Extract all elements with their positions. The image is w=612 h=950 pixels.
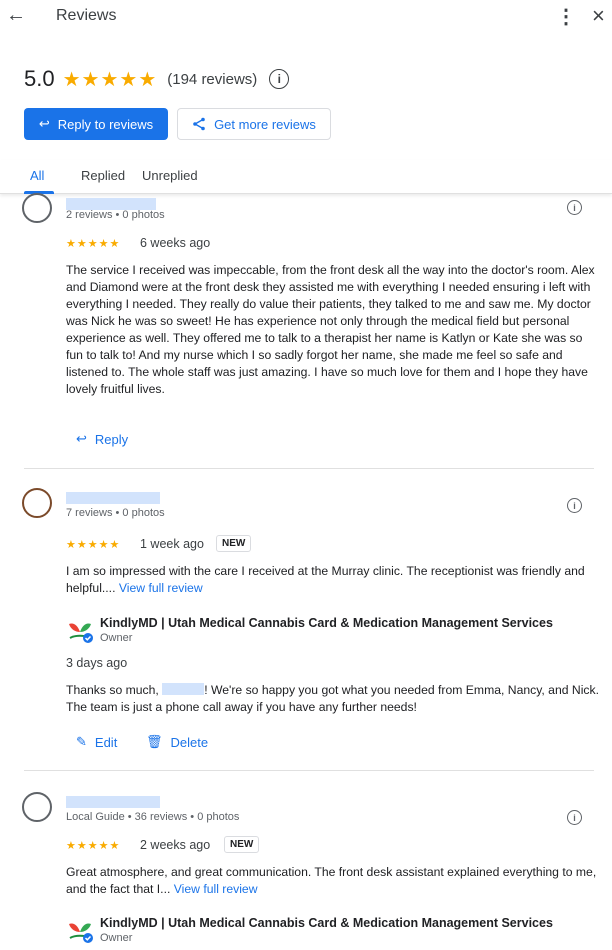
review-date: 2 weeks ago xyxy=(140,838,211,852)
info-icon[interactable]: i xyxy=(567,498,582,513)
info-icon[interactable]: i xyxy=(567,200,582,215)
tab-all[interactable]: All xyxy=(30,168,44,183)
owner-role: Owner xyxy=(100,632,133,644)
avatar[interactable] xyxy=(22,488,52,518)
page-title: Reviews xyxy=(56,7,117,24)
rating-summary: 5.0 ★★★★★ (194 reviews) i xyxy=(24,64,290,94)
info-icon[interactable]: i xyxy=(269,69,290,89)
tab-replied[interactable]: Replied xyxy=(81,168,125,183)
more-vert-icon[interactable]: ⋮ xyxy=(556,4,576,29)
reviewer-name-redacted xyxy=(66,796,160,808)
reply-to-reviews-button[interactable]: ↩ Reply to reviews xyxy=(24,108,168,140)
tab-unreplied[interactable]: Unreplied xyxy=(142,168,198,183)
edit-button[interactable]: ✎ Edit xyxy=(76,734,117,750)
reply-to-reviews-label: Reply to reviews xyxy=(57,116,154,132)
star-rating-icon: ★★★★★ xyxy=(66,539,121,551)
reply-text-start: Thanks so much, xyxy=(66,683,159,697)
average-rating: 5.0 xyxy=(24,66,55,91)
reply-date: 3 days ago xyxy=(66,656,128,670)
owner-role: Owner xyxy=(100,932,133,944)
share-icon xyxy=(193,117,205,131)
divider xyxy=(24,770,594,771)
review-text: Great atmosphere, and great communicatio… xyxy=(66,864,601,898)
filter-tabs: All Replied Unreplied xyxy=(0,160,612,194)
info-icon[interactable]: i xyxy=(567,810,582,825)
view-full-review-link[interactable]: View full review xyxy=(174,882,258,896)
customer-name-redacted xyxy=(162,683,205,695)
review-count: (194 reviews) xyxy=(167,70,258,88)
edit-label: Edit xyxy=(94,734,118,750)
kindlymd-logo xyxy=(69,923,93,943)
new-badge: NEW xyxy=(216,535,252,552)
reviewer-meta: Local Guide • 36 reviews • 0 photos xyxy=(66,811,240,823)
edit-icon: ✎ xyxy=(76,734,87,749)
view-full-review-link[interactable]: View full review xyxy=(119,581,203,595)
divider xyxy=(24,468,594,469)
reviewer-meta: 7 reviews • 0 photos xyxy=(66,507,165,519)
kindlymd-logo xyxy=(69,623,93,643)
close-icon[interactable]: × xyxy=(592,3,605,29)
owner-name: KindlyMD | Utah Medical Cannabis Card & … xyxy=(100,616,553,630)
delete-label: Delete xyxy=(170,734,209,750)
get-more-reviews-label: Get more reviews xyxy=(214,116,316,132)
delete-icon: 🗑 xyxy=(146,734,163,749)
arrow-back-icon[interactable]: ← xyxy=(6,4,26,27)
reply-label: Reply xyxy=(94,431,129,447)
reply-all-icon: ↩ xyxy=(38,116,50,131)
reviewer-meta: 2 reviews • 0 photos xyxy=(66,209,165,221)
avatar[interactable] xyxy=(22,792,52,822)
reply-icon: ↩ xyxy=(76,431,87,446)
review-date: 1 week ago xyxy=(140,537,204,551)
review-date: 6 weeks ago xyxy=(140,236,211,250)
reply-button[interactable]: ↩ Reply xyxy=(76,431,128,447)
star-rating-icon: ★★★★★ xyxy=(66,238,121,250)
reviewer-name-redacted xyxy=(66,492,160,504)
owner-name: KindlyMD | Utah Medical Cannabis Card & … xyxy=(100,916,553,930)
get-more-reviews-button[interactable]: Get more reviews xyxy=(177,108,331,140)
delete-button[interactable]: 🗑 Delete xyxy=(146,734,208,750)
star-rating-icon: ★★★★★ xyxy=(66,840,121,852)
star-rating-icon: ★★★★★ xyxy=(62,68,158,91)
new-badge: NEW xyxy=(224,836,260,853)
review-snippet: Great atmosphere, and great communicatio… xyxy=(66,865,597,896)
review-text: I am so impressed with the care I receiv… xyxy=(66,563,601,597)
top-bar: ← Reviews ⋮ × xyxy=(0,0,612,34)
review-text: The service I received was impeccable, f… xyxy=(66,263,595,396)
owner-reply-text: Thanks so much, ! We're so happy you got… xyxy=(66,682,601,716)
avatar[interactable] xyxy=(22,193,52,223)
